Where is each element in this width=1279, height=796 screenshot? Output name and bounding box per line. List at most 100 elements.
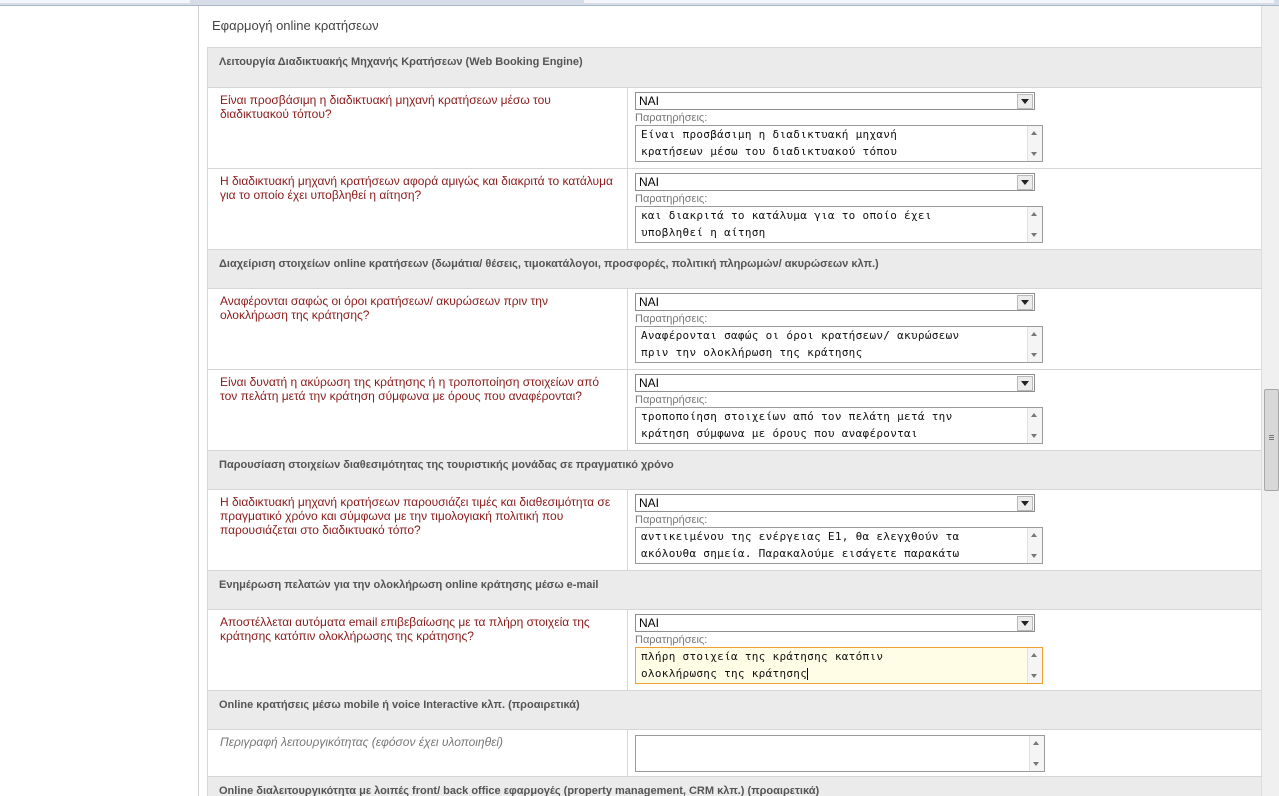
section-header: Ενημέρωση πελατών για την ολοκλήρωση onl… xyxy=(207,570,1261,610)
scroll-down-icon[interactable] xyxy=(1031,152,1037,156)
text-caret xyxy=(807,667,809,680)
answer-select[interactable]: ΝΑΙ xyxy=(635,494,1035,512)
dropdown-arrow-icon[interactable] xyxy=(1017,175,1033,190)
dropdown-arrow-icon[interactable] xyxy=(1017,295,1033,310)
browser-tab-strip xyxy=(0,0,190,3)
answer-select[interactable]: ΝΑΙ xyxy=(635,173,1035,191)
scroll-down-icon[interactable] xyxy=(1031,674,1037,678)
question-row: Είναι προσβάσιμη η διαδικτυακή μηχανή κρ… xyxy=(207,87,1261,169)
textarea-scrollbar[interactable] xyxy=(1027,528,1042,563)
section-header: Λειτουργία Διαδικτυακής Μηχανής Κρατήσεω… xyxy=(207,47,1261,88)
section-header-row: Online διαλειτουργικότητα με λοιπές fron… xyxy=(207,776,1261,796)
question-text: Αποστέλλεται αυτόματα email επιβεβαίωσης… xyxy=(207,609,628,691)
scroll-up-icon[interactable] xyxy=(1031,413,1037,417)
left-pane xyxy=(0,6,199,796)
scroll-up-icon[interactable] xyxy=(1031,332,1037,336)
dropdown-arrow-icon[interactable] xyxy=(1017,496,1033,511)
answer-select[interactable]: ΝΑΙ xyxy=(635,614,1035,632)
answer-select-value: ΝΑΙ xyxy=(639,616,660,630)
notes-textarea[interactable]: τροποποίηση στοιχείων από τον πελάτη μετ… xyxy=(635,407,1043,444)
page-title: Εφαρμογή online κρατήσεων xyxy=(212,18,379,33)
notes-textarea-focused[interactable]: πλήρη στοιχεία της κράτησης κατόπιν ολοκ… xyxy=(635,647,1043,684)
notes-text-wrapper: πλήρη στοιχεία της κράτησης κατόπιν ολοκ… xyxy=(641,649,1024,682)
notes-text: πλήρη στοιχεία της κράτησης κατόπιν ολοκ… xyxy=(641,650,884,680)
answer-select[interactable]: ΝΑΙ xyxy=(635,293,1035,311)
optional-row: Περιγραφή λειτουργικότητας (εφόσον έχει … xyxy=(207,729,1261,777)
scroll-up-icon[interactable] xyxy=(1031,653,1037,657)
textarea-scrollbar[interactable] xyxy=(1027,648,1042,683)
browser-tab-strip xyxy=(584,0,1274,3)
scroll-down-icon[interactable] xyxy=(1031,233,1037,237)
notes-textarea[interactable]: Είναι προσβάσιμη η διαδικτυακή μηχανή κρ… xyxy=(635,125,1043,162)
notes-textarea[interactable]: και διακριτά το κατάλυμα για το οποίο έχ… xyxy=(635,206,1043,243)
textarea-scrollbar[interactable] xyxy=(1027,207,1042,242)
notes-text: Είναι προσβάσιμη η διαδικτυακή μηχανή κρ… xyxy=(641,128,898,158)
section-header-row: Online κρατήσεις μέσω mobile ή voice Int… xyxy=(207,690,1261,730)
answer-cell: ΝΑΙ Παρατηρήσεις: Αναφέρονται σαφώς οι ό… xyxy=(627,288,1261,370)
section-header-row: Παρουσίαση στοιχείων διαθεσιμότητας της … xyxy=(207,450,1261,490)
dropdown-arrow-icon[interactable] xyxy=(1017,376,1033,391)
scroll-down-icon[interactable] xyxy=(1031,353,1037,357)
section-header: Online διαλειτουργικότητα με λοιπές fron… xyxy=(207,776,1261,796)
question-text: Η διαδικτυακή μηχανή κρατήσεων παρουσιάζ… xyxy=(207,489,628,571)
section-header-row: Ενημέρωση πελατών για την ολοκλήρωση onl… xyxy=(207,570,1261,610)
scroll-down-icon[interactable] xyxy=(1031,434,1037,438)
scroll-up-icon[interactable] xyxy=(1033,741,1039,745)
notes-label: Παρατηρήσεις: xyxy=(635,313,708,325)
dropdown-arrow-icon[interactable] xyxy=(1017,616,1033,631)
notes-text: Αναφέρονται σαφώς οι όροι κρατήσεων/ ακυ… xyxy=(641,329,960,359)
answer-cell: ΝΑΙ Παρατηρήσεις: αντικειμένου της ενέργ… xyxy=(627,489,1261,571)
answer-select-value: ΝΑΙ xyxy=(639,295,660,309)
answer-select-value: ΝΑΙ xyxy=(639,496,660,510)
notes-label: Παρατηρήσεις: xyxy=(635,394,708,406)
question-row: Είναι δυνατή η ακύρωση της κράτησης ή η … xyxy=(207,369,1261,451)
notes-text: τροποποίηση στοιχείων από τον πελάτη μετ… xyxy=(641,410,953,440)
page-scrollbar[interactable] xyxy=(1261,6,1279,796)
answer-cell: ΝΑΙ Παρατηρήσεις: τροποποίηση στοιχείων … xyxy=(627,369,1261,451)
question-text: Είναι προσβάσιμη η διαδικτυακή μηχανή κρ… xyxy=(207,87,628,169)
booking-form-table: Λειτουργία Διαδικτυακής Μηχανής Κρατήσεω… xyxy=(207,47,1261,796)
notes-label: Παρατηρήσεις: xyxy=(635,112,708,124)
section-header: Παρουσίαση στοιχείων διαθεσιμότητας της … xyxy=(207,450,1261,490)
optional-field-label: Περιγραφή λειτουργικότητας (εφόσον έχει … xyxy=(207,729,628,777)
textarea-scrollbar[interactable] xyxy=(1027,126,1042,161)
optional-field-cell xyxy=(627,729,1261,777)
notes-text: και διακριτά το κατάλυμα για το οποίο έχ… xyxy=(641,209,932,239)
question-text: Είναι δυνατή η ακύρωση της κράτησης ή η … xyxy=(207,369,628,451)
answer-cell: ΝΑΙ Παρατηρήσεις: Είναι προσβάσιμη η δια… xyxy=(627,87,1261,169)
question-text: Η διαδικτυακή μηχανή κρατήσεων αφορά αμι… xyxy=(207,168,628,250)
dropdown-arrow-icon[interactable] xyxy=(1017,94,1033,109)
notes-text: αντικειμένου της ενέργειας Ε1, θα ελεγχθ… xyxy=(641,530,960,560)
section-header-row: Λειτουργία Διαδικτυακής Μηχανής Κρατήσεω… xyxy=(207,47,1261,88)
answer-select[interactable]: ΝΑΙ xyxy=(635,92,1035,110)
scroll-up-icon[interactable] xyxy=(1031,131,1037,135)
answer-cell: ΝΑΙ Παρατηρήσεις: και διακριτά το κατάλυ… xyxy=(627,168,1261,250)
question-row: Η διαδικτυακή μηχανή κρατήσεων παρουσιάζ… xyxy=(207,489,1261,571)
functionality-description-textarea[interactable] xyxy=(635,735,1045,772)
scrollbar-grip-icon xyxy=(1269,435,1274,436)
notes-label: Παρατηρήσεις: xyxy=(635,514,708,526)
section-header: Online κρατήσεις μέσω mobile ή voice Int… xyxy=(207,690,1261,730)
notes-label: Παρατηρήσεις: xyxy=(635,634,708,646)
notes-label: Παρατηρήσεις: xyxy=(635,193,708,205)
notes-textarea[interactable]: αντικειμένου της ενέργειας Ε1, θα ελεγχθ… xyxy=(635,527,1043,564)
question-text: Αναφέρονται σαφώς οι όροι κρατήσεων/ ακυ… xyxy=(207,288,628,370)
textarea-scrollbar[interactable] xyxy=(1029,736,1044,771)
answer-select-value: ΝΑΙ xyxy=(639,376,660,390)
textarea-scrollbar[interactable] xyxy=(1027,408,1042,443)
answer-select-value: ΝΑΙ xyxy=(639,94,660,108)
answer-select-value: ΝΑΙ xyxy=(639,175,660,189)
scroll-up-icon[interactable] xyxy=(1031,212,1037,216)
form-content: Εφαρμογή online κρατήσεων Λειτουργία Δια… xyxy=(199,6,1261,796)
answer-cell: ΝΑΙ Παρατηρήσεις: πλήρη στοιχεία της κρά… xyxy=(627,609,1261,691)
question-row: Αποστέλλεται αυτόματα email επιβεβαίωσης… xyxy=(207,609,1261,691)
scroll-down-icon[interactable] xyxy=(1031,554,1037,558)
scroll-up-icon[interactable] xyxy=(1031,533,1037,537)
scroll-down-icon[interactable] xyxy=(1033,762,1039,766)
scrollbar-thumb[interactable] xyxy=(1264,389,1279,491)
textarea-scrollbar[interactable] xyxy=(1027,327,1042,362)
notes-textarea[interactable]: Αναφέρονται σαφώς οι όροι κρατήσεων/ ακυ… xyxy=(635,326,1043,363)
question-row: Η διαδικτυακή μηχανή κρατήσεων αφορά αμι… xyxy=(207,168,1261,250)
section-header: Διαχείριση στοιχείων online κρατήσεων (δ… xyxy=(207,249,1261,289)
answer-select[interactable]: ΝΑΙ xyxy=(635,374,1035,392)
